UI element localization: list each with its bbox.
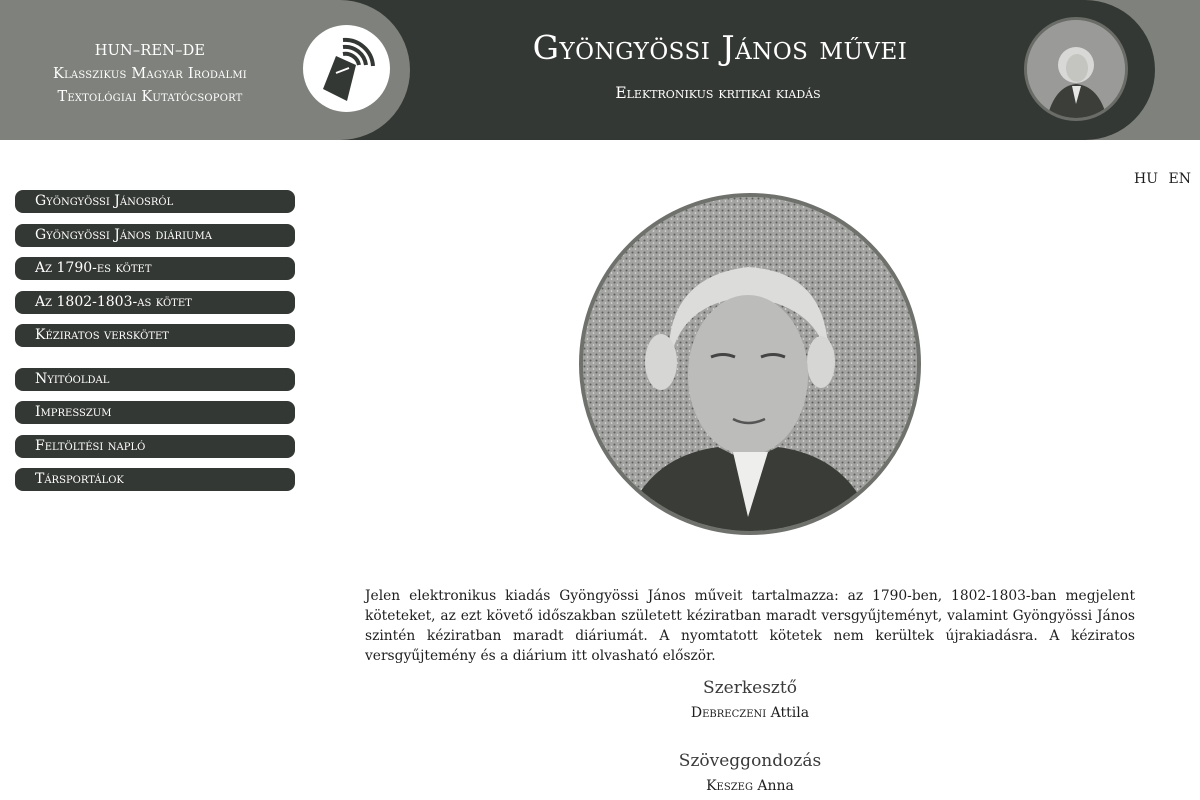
- credit-name-editor: Debreczeni Attila: [600, 705, 900, 721]
- author-portrait-image: [579, 193, 921, 535]
- credit-given-name: Anna: [757, 778, 794, 794]
- nav-separator: [15, 358, 295, 368]
- credit-name-text-editing: Keszeg Anna: [600, 778, 900, 794]
- credit-role-text-editing: Szöveggondozás: [678, 751, 822, 771]
- nav-item-about[interactable]: Gyöngyössi Jánosról: [15, 190, 295, 213]
- lang-hu-link[interactable]: HU: [1134, 171, 1158, 187]
- nav-item-manuscript[interactable]: Kéziratos verskötet: [15, 324, 295, 347]
- organization-name: HUN–REN–DE Klasszikus Magyar Irodalmi Te…: [20, 40, 280, 109]
- nav-item-upload-log[interactable]: Feltöltési napló: [15, 434, 295, 458]
- sidebar-nav: Gyöngyössi Jánosról Gyöngyössi János diá…: [15, 190, 295, 502]
- nav-item-volume-1790[interactable]: Az 1790-es kötet: [15, 257, 295, 280]
- credit-given-name: Attila: [770, 705, 810, 721]
- org-line: Klasszikus Magyar Irodalmi: [53, 66, 247, 82]
- nav-item-diary[interactable]: Gyöngyössi János diáriuma: [15, 223, 295, 247]
- language-switcher: HU EN: [1128, 171, 1191, 187]
- org-line: Textológiai Kutatócsoport: [57, 89, 243, 105]
- credit-surname: Debreczeni: [690, 705, 767, 721]
- site-header: HUN–REN–DE Klasszikus Magyar Irodalmi Te…: [0, 0, 1200, 140]
- nav-item-home[interactable]: Nyitóoldal: [15, 367, 295, 391]
- credit-surname: Keszeg: [706, 778, 753, 794]
- lang-en-link[interactable]: EN: [1168, 171, 1190, 187]
- org-line: HUN–REN–DE: [94, 43, 206, 59]
- site-title[interactable]: Gyöngyössi János művei: [520, 28, 920, 67]
- site-subtitle: Elektronikus kritikai kiadás: [615, 84, 821, 102]
- nav-item-impressum[interactable]: Impresszum: [15, 401, 295, 424]
- intro-paragraph: Jelen elektronikus kiadás Gyöngyössi Ján…: [365, 588, 1135, 664]
- credit-role-editor: Szerkesztő: [703, 678, 797, 698]
- book-signal-icon[interactable]: [303, 25, 390, 112]
- nav-item-partner-portals[interactable]: Társportálok: [15, 468, 295, 491]
- nav-item-volume-1802[interactable]: Az 1802-1803-as kötet: [15, 290, 295, 314]
- header-portrait-image: [1024, 17, 1128, 121]
